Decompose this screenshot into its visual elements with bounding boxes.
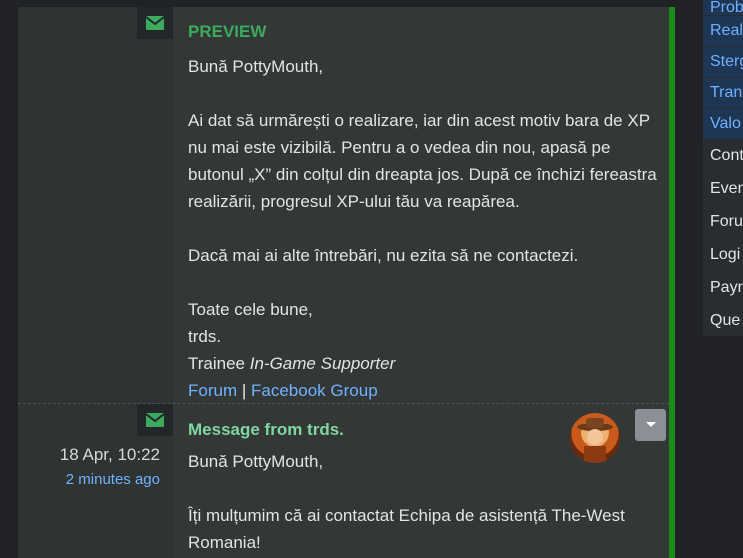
sidebar-item-cont[interactable]: Cont (703, 140, 743, 173)
sidebar-item-sterg[interactable]: Sterg (703, 47, 743, 78)
thread-status-bar (669, 7, 675, 558)
sidebar-item-real[interactable]: Real (703, 16, 743, 47)
message-options-button[interactable] (635, 409, 666, 441)
envelope-icon (137, 404, 173, 436)
role-prefix: Trainee (188, 354, 246, 373)
sidebar-item-even[interactable]: Even (703, 173, 743, 206)
envelope-icon (137, 7, 173, 39)
message-paragraph: Îți mulțumim că ai contactat Echipa de a… (188, 506, 625, 552)
preview-title: PREVIEW (188, 22, 267, 41)
preview-body: Bună PottyMouth, Ai dat să urmărești o r… (188, 53, 658, 404)
message-date: 18 Apr, 10:22 (59, 445, 160, 464)
sidebar-item-foru[interactable]: Foru (703, 206, 743, 239)
caret-down-icon (645, 422, 656, 427)
preview-links: Forum | Facebook Group (188, 377, 658, 404)
sidebar-item-tran[interactable]: Tran (703, 78, 743, 109)
sidebar-item-que[interactable]: Que (703, 305, 743, 336)
preview-signature-name: trds. (188, 327, 222, 346)
message-relative-time[interactable]: 2 minutes ago (66, 471, 160, 488)
link-separator: | (241, 381, 247, 400)
message-title: Message from trds. (188, 420, 344, 439)
sidebar-item-payn[interactable]: Payn (703, 272, 743, 305)
preview-paragraph: Ai dat să urmărești o realizare, iar din… (188, 111, 657, 211)
role-title: In-Game Supporter (249, 354, 396, 373)
preview-closing: Toate cele bune, (188, 300, 313, 319)
sidebar-item-valo[interactable]: Valo (703, 109, 743, 140)
preview-role: Trainee In-Game Supporter (188, 350, 658, 377)
sidebar-item-prob[interactable]: Prob (703, 0, 743, 16)
preview-question: Dacă mai ai alte întrebări, nu ezita să … (188, 246, 579, 265)
category-sidebar: Prob Real Sterg Tran Valo Cont Even Foru… (703, 0, 743, 336)
sidebar-item-logi[interactable]: Logi (703, 239, 743, 272)
message-body: Bună PottyMouth, Îți mulțumim că ai cont… (188, 448, 658, 556)
facebook-group-link[interactable]: Facebook Group (251, 381, 378, 400)
message-greeting: Bună PottyMouth, (188, 452, 324, 471)
forum-link[interactable]: Forum (188, 381, 237, 400)
preview-greeting: Bună PottyMouth, (188, 57, 324, 76)
